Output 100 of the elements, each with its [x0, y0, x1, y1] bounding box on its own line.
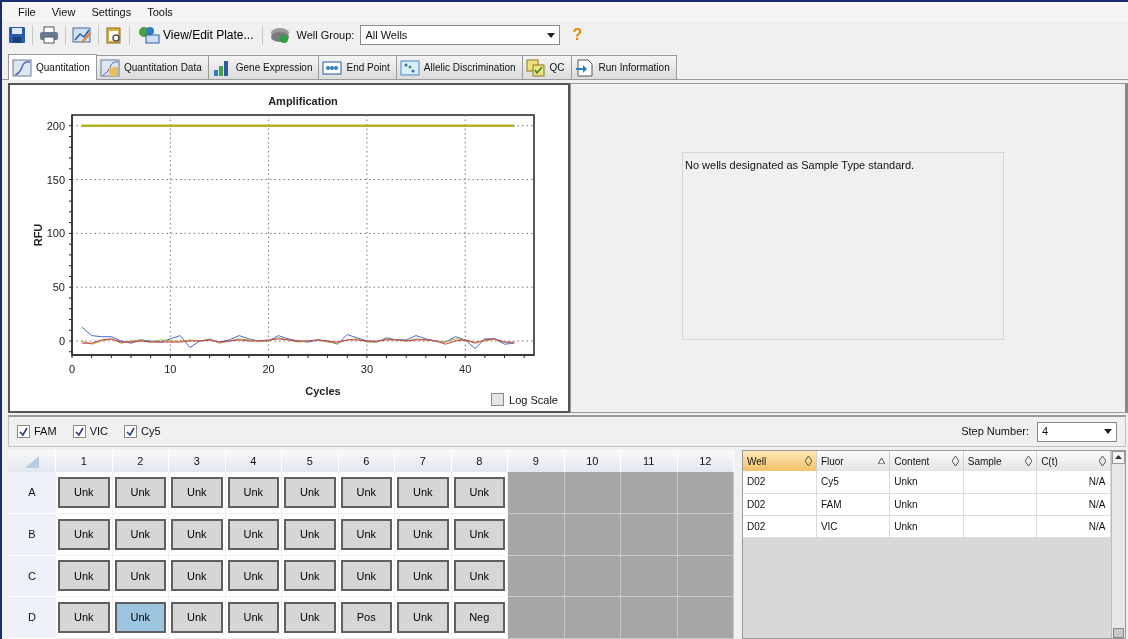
column-header[interactable]: 11: [621, 450, 678, 472]
checkbox[interactable]: [123, 425, 137, 438]
well[interactable]: Unk: [453, 560, 505, 592]
table-cell: Cy5: [816, 471, 890, 493]
well[interactable]: Unk: [397, 602, 449, 634]
scroll-up-icon[interactable]: [1111, 451, 1125, 464]
column-header[interactable]: 12: [677, 450, 734, 472]
clipboard-icon[interactable]: [105, 26, 123, 44]
scatter-icon: [399, 58, 420, 77]
y-tick-label: 200: [46, 119, 65, 132]
x-tick-label: 10: [164, 363, 177, 375]
x-tick-label: 40: [459, 363, 472, 375]
well[interactable]: Unk: [58, 602, 110, 634]
menu-item[interactable]: File: [10, 2, 44, 24]
column-header[interactable]: 4: [225, 450, 282, 472]
menu-item[interactable]: View: [43, 2, 84, 24]
curve-data-icon: [99, 58, 120, 77]
checkbox-label: FAM: [34, 424, 57, 440]
well[interactable]: Unk: [340, 476, 392, 508]
scroll-thumb[interactable]: [1112, 628, 1124, 638]
well-group-dropdown[interactable]: All Wells: [360, 25, 561, 45]
column-header[interactable]: 8: [451, 450, 508, 472]
row-header[interactable]: D: [8, 597, 56, 639]
menu-item[interactable]: Settings: [83, 2, 140, 24]
well[interactable]: Unk: [114, 476, 166, 508]
row-header[interactable]: A: [8, 472, 56, 514]
checkbox[interactable]: [491, 393, 505, 407]
column-header[interactable]: 5: [282, 450, 339, 472]
check-pages-icon: [525, 58, 546, 77]
column-header[interactable]: 6: [338, 450, 395, 472]
curve-icon: [12, 58, 32, 77]
dropdown-arrow-icon: [1104, 429, 1112, 434]
column-header[interactable]: C(t): [1036, 451, 1111, 471]
well[interactable]: Unk: [397, 518, 449, 550]
well[interactable]: Unk: [453, 476, 505, 508]
well[interactable]: Neg: [453, 602, 505, 634]
well[interactable]: Unk: [58, 476, 110, 508]
view-edit-plate-button[interactable]: View/Edit Plate...: [136, 25, 256, 45]
tab[interactable]: Quantitation: [8, 54, 97, 80]
print-icon[interactable]: [39, 26, 59, 44]
column-header[interactable]: 1: [56, 450, 113, 472]
select-all-icon: [24, 455, 39, 468]
well[interactable]: Unk: [284, 602, 336, 634]
column-header[interactable]: 7: [395, 450, 452, 472]
chart-edit-icon[interactable]: [72, 26, 92, 44]
well[interactable]: Unk: [284, 518, 336, 550]
table-cell: Unkn: [889, 515, 964, 537]
well[interactable]: Unk: [114, 560, 166, 592]
well[interactable]: Unk: [397, 560, 449, 592]
table-cell: N/A: [1036, 471, 1111, 493]
well[interactable]: Unk: [227, 476, 279, 508]
well[interactable]: Unk: [453, 518, 505, 550]
well[interactable]: Unk: [171, 476, 223, 508]
table-cell: N/A: [1036, 515, 1111, 537]
well[interactable]: Unk: [227, 518, 279, 550]
column-header[interactable]: Sample: [963, 451, 1037, 471]
checkbox-label: Log Scale: [509, 392, 558, 408]
well[interactable]: Unk: [284, 560, 336, 592]
column-header[interactable]: 9: [508, 450, 565, 472]
well[interactable]: Unk: [397, 476, 449, 508]
well[interactable]: Unk: [340, 560, 392, 592]
well[interactable]: Unk: [340, 518, 392, 550]
check-icon: [19, 427, 28, 436]
well[interactable]: Unk: [284, 476, 336, 508]
x-tick-label: 20: [262, 363, 275, 375]
row-header[interactable]: B: [8, 513, 56, 556]
row-header[interactable]: C: [8, 555, 56, 598]
table-cell: D02: [743, 493, 817, 515]
step-number-dropdown[interactable]: 4: [1037, 421, 1117, 442]
tab[interactable]: Gene Expression: [207, 55, 320, 79]
y-tick-label: 0: [58, 335, 65, 347]
table-cell: Unkn: [889, 471, 964, 493]
menu-item[interactable]: Tools: [139, 2, 181, 24]
well[interactable]: Unk: [114, 602, 166, 634]
well[interactable]: Unk: [114, 518, 166, 550]
column-header[interactable]: Content: [889, 451, 964, 471]
tab[interactable]: Quantitation Data: [95, 55, 209, 79]
well[interactable]: Unk: [171, 518, 223, 550]
well[interactable]: Unk: [58, 560, 110, 592]
column-header[interactable]: Well: [743, 451, 817, 471]
checkbox[interactable]: [72, 425, 86, 438]
well[interactable]: Unk: [227, 602, 279, 634]
column-header[interactable]: Fluor: [816, 451, 890, 471]
tab[interactable]: QC: [521, 55, 572, 79]
column-header[interactable]: 2: [112, 450, 169, 472]
tab[interactable]: Run Information: [570, 55, 677, 79]
tab[interactable]: Allelic Discrimination: [395, 55, 523, 79]
well[interactable]: Unk: [227, 560, 279, 592]
dropdown-arrow-icon: [547, 32, 556, 38]
well[interactable]: Pos: [340, 602, 392, 634]
checkbox[interactable]: [17, 425, 30, 438]
column-header[interactable]: 3: [169, 450, 226, 472]
tab[interactable]: End Point: [318, 55, 397, 79]
table-cell: Unkn: [889, 493, 964, 515]
well[interactable]: Unk: [171, 560, 223, 592]
well[interactable]: Unk: [171, 602, 223, 634]
save-icon[interactable]: [8, 26, 26, 44]
column-header[interactable]: 10: [564, 450, 621, 472]
well[interactable]: Unk: [58, 518, 110, 550]
chart-title: Amplification: [268, 95, 338, 107]
